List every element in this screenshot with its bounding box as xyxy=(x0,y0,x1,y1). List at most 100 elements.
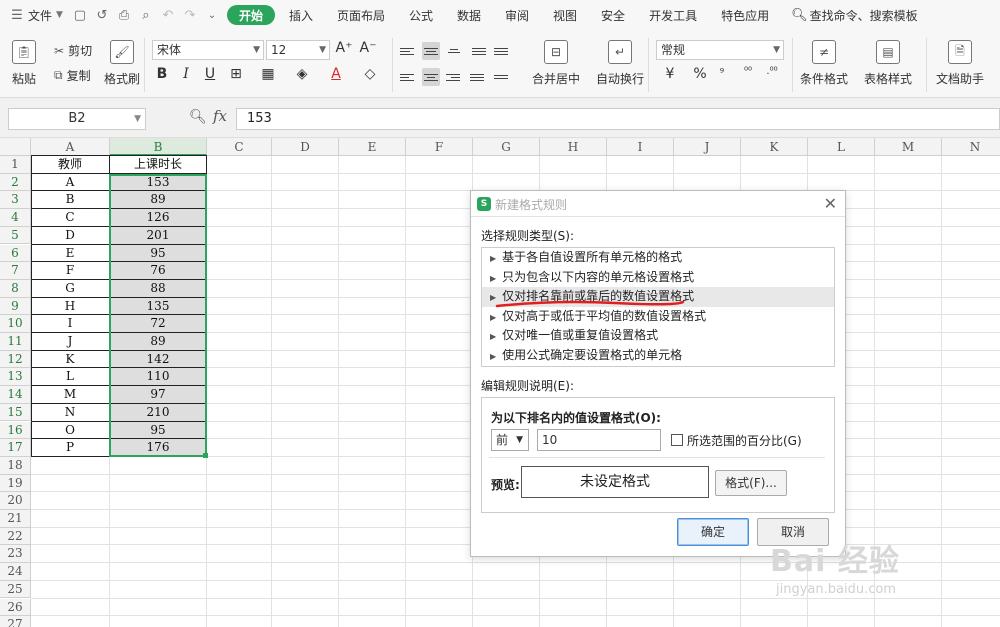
column-header[interactable]: M xyxy=(875,138,942,156)
tab-review[interactable]: 审阅 xyxy=(499,0,535,30)
row-header[interactable]: 3 xyxy=(0,191,31,210)
row-header[interactable]: 5 xyxy=(0,226,31,245)
column-header[interactable]: J xyxy=(674,138,741,156)
table-cell[interactable]: 88 xyxy=(110,279,206,298)
fill-handle[interactable] xyxy=(203,453,208,458)
table-cell[interactable]: D xyxy=(31,227,109,245)
table-cell[interactable]: 89 xyxy=(110,191,206,210)
table-header-cell[interactable]: 教师 xyxy=(31,156,109,174)
table-cell[interactable]: M xyxy=(31,386,109,404)
column-header[interactable]: C xyxy=(207,138,272,156)
tab-data[interactable]: 数据 xyxy=(451,0,487,30)
increase-font-icon[interactable]: A⁺ xyxy=(334,40,354,56)
table-header-cell[interactable]: 上课时长 xyxy=(110,156,206,174)
row-header[interactable]: 2 xyxy=(0,173,31,192)
row-header[interactable]: 25 xyxy=(0,580,31,599)
increase-decimal-icon[interactable]: ⁰⁰ xyxy=(738,66,758,77)
copy-button[interactable]: ⧉ 复制 xyxy=(54,67,91,84)
row-header[interactable]: 21 xyxy=(0,510,31,528)
border-icon[interactable]: ⊞ xyxy=(226,66,246,82)
table-cell[interactable]: 126 xyxy=(110,209,206,227)
column-header[interactable]: B xyxy=(110,138,207,156)
row-header[interactable]: 7 xyxy=(0,262,31,280)
close-icon[interactable]: ✕ xyxy=(824,194,837,213)
column-header[interactable]: K xyxy=(741,138,808,156)
align-bottom-icon[interactable] xyxy=(446,42,464,60)
select-all-corner[interactable] xyxy=(0,138,31,156)
table-style-button[interactable]: ▤ 表格样式 xyxy=(864,40,912,87)
table-cell[interactable]: F xyxy=(31,262,109,280)
formula-input[interactable]: 153 xyxy=(236,108,1000,130)
column-header[interactable]: I xyxy=(607,138,674,156)
align-center-icon[interactable] xyxy=(422,68,440,86)
row-header[interactable]: 18 xyxy=(0,456,31,475)
column-header[interactable]: E xyxy=(339,138,406,156)
row-header[interactable]: 9 xyxy=(0,297,31,316)
table-cell[interactable]: G xyxy=(31,280,109,298)
column-header[interactable]: H xyxy=(540,138,607,156)
align-top-icon[interactable] xyxy=(400,42,418,60)
wrap-text-button[interactable]: ↵ 自动换行 xyxy=(596,40,644,87)
row-header[interactable]: 10 xyxy=(0,315,31,333)
save-icon[interactable]: ▢ xyxy=(69,0,91,30)
align-right-icon[interactable] xyxy=(446,68,464,86)
row-header[interactable]: 1 xyxy=(0,156,31,174)
justify-icon[interactable] xyxy=(470,68,488,86)
thousands-separator-icon[interactable]: ⁹ xyxy=(712,66,732,79)
row-header[interactable]: 14 xyxy=(0,386,31,404)
table-cell[interactable]: 153 xyxy=(110,173,206,192)
tab-insert[interactable]: 插入 xyxy=(283,0,319,30)
fill-color-icon[interactable]: ◈ xyxy=(292,66,312,82)
file-menu[interactable]: ☰ 文件 ▼ xyxy=(0,0,69,30)
table-cell[interactable]: B xyxy=(31,191,109,209)
table-cell[interactable]: 95 xyxy=(110,244,206,263)
column-header[interactable]: N xyxy=(942,138,1000,156)
table-cell[interactable]: 135 xyxy=(110,297,206,316)
align-left-icon[interactable] xyxy=(400,68,418,86)
paste-button[interactable]: 📋︎ 粘贴 xyxy=(12,40,36,87)
dialog-titlebar[interactable]: S 新建格式规则 ✕ xyxy=(471,191,845,217)
row-header[interactable]: 20 xyxy=(0,492,31,510)
row-header[interactable]: 27 xyxy=(0,616,31,627)
conditional-format-button[interactable]: ≠ 条件格式 xyxy=(800,40,848,87)
table-cell[interactable]: N xyxy=(31,404,109,422)
rule-type-item[interactable]: ▶ 仅对唯一值或重复值设置格式 xyxy=(482,326,834,346)
row-header[interactable]: 16 xyxy=(0,421,31,440)
decrease-font-icon[interactable]: A⁻ xyxy=(358,40,378,56)
bold-button[interactable]: B xyxy=(152,66,172,82)
tab-developer[interactable]: 开发工具 xyxy=(643,0,703,30)
column-header[interactable]: D xyxy=(272,138,339,156)
tab-special[interactable]: 特色应用 xyxy=(715,0,775,30)
table-cell[interactable]: 110 xyxy=(110,368,206,387)
table-cell[interactable]: 97 xyxy=(110,386,206,404)
percent-checkbox[interactable] xyxy=(671,434,683,446)
table-cell[interactable]: 142 xyxy=(110,350,206,369)
column-header[interactable]: L xyxy=(808,138,875,156)
redo-icon[interactable]: ↷ xyxy=(179,0,201,30)
decrease-decimal-icon[interactable]: .⁰⁰ xyxy=(762,66,782,77)
row-header[interactable]: 4 xyxy=(0,209,31,227)
font-size-select[interactable]: 12 ▼ xyxy=(266,40,330,60)
row-header[interactable]: 24 xyxy=(0,563,31,581)
merge-center-button[interactable]: ⊟ 合并居中 xyxy=(532,40,580,87)
table-cell[interactable]: P xyxy=(31,439,109,457)
row-header[interactable]: 6 xyxy=(0,244,31,263)
number-format-select[interactable]: 常规 ▼ xyxy=(656,40,784,60)
row-header[interactable]: 22 xyxy=(0,527,31,546)
rank-value-input[interactable]: 10 xyxy=(537,429,661,451)
row-header[interactable]: 26 xyxy=(0,598,31,617)
undo-icon[interactable]: ↶ xyxy=(157,0,179,30)
ok-button[interactable]: 确定 xyxy=(677,518,749,546)
command-search[interactable]: 🔍︎ 查找命令、搜索模板 xyxy=(785,0,924,30)
tab-start[interactable]: 开始 xyxy=(226,5,275,25)
italic-button[interactable]: I xyxy=(176,66,196,82)
rule-type-item[interactable]: ▶ 只为包含以下内容的单元格设置格式 xyxy=(482,268,834,288)
row-header[interactable]: 13 xyxy=(0,368,31,387)
align-middle-icon[interactable] xyxy=(422,42,440,60)
format-painter-button[interactable]: 🖌︎ 格式刷 xyxy=(104,40,140,87)
print-preview-icon[interactable]: ⌕ xyxy=(135,0,157,30)
rule-type-item[interactable]: ▶ 使用公式确定要设置格式的单元格 xyxy=(482,346,834,366)
currency-icon[interactable]: ¥ xyxy=(660,66,680,82)
name-box[interactable]: B2 ▼ xyxy=(8,108,146,130)
undo-history-icon[interactable]: ↺ xyxy=(91,0,113,30)
